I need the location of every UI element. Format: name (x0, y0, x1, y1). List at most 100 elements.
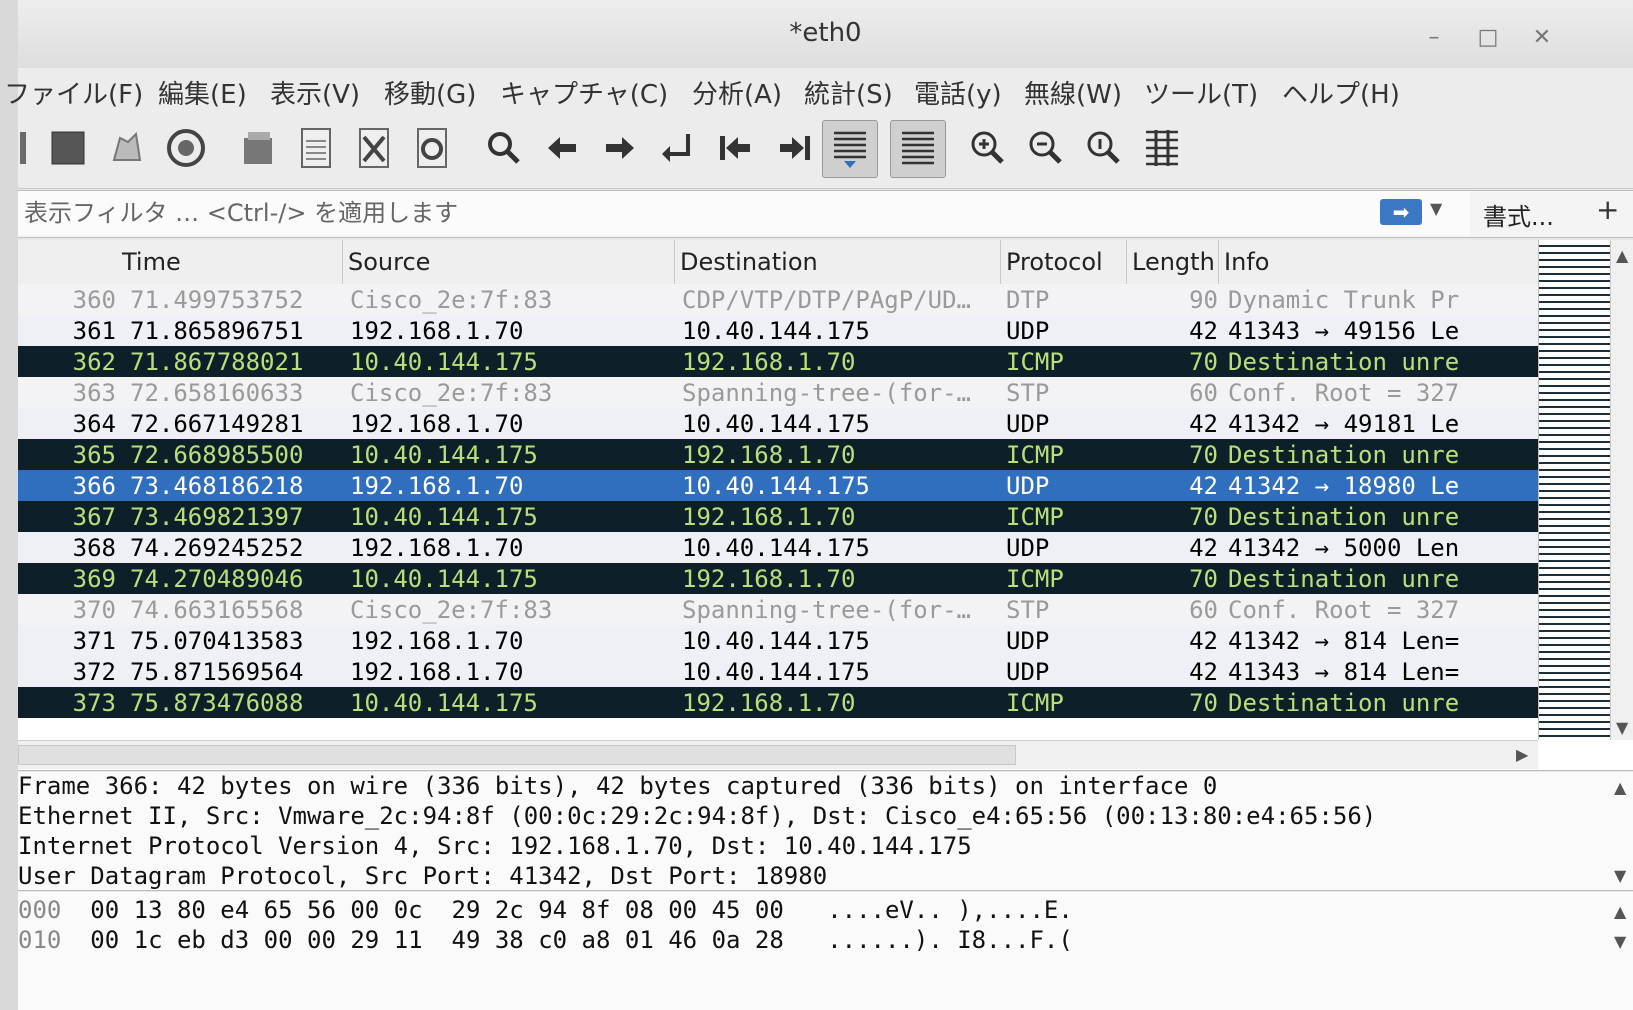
packet-protocol: ICMP (1006, 689, 1064, 717)
packet-number: 368 (72, 534, 116, 562)
column-protocol[interactable]: Protocol (1006, 248, 1103, 276)
start-capture-icon[interactable] (0, 120, 48, 176)
maximize-icon[interactable]: □ (1474, 24, 1502, 52)
packet-destination: 192.168.1.70 (682, 689, 856, 717)
auto-scroll-icon[interactable] (822, 120, 878, 178)
table-row[interactable]: 366 73.468186218 192.168.1.70 10.40.144.175… (18, 470, 1538, 501)
scroll-up-icon[interactable]: ▲ (1614, 902, 1626, 921)
packet-source: 192.168.1.70 (350, 658, 524, 686)
menu-edit[interactable]: 編集(E) (158, 74, 247, 111)
packet-protocol: STP (1006, 379, 1050, 407)
detail-ipv4[interactable]: Internet Protocol Version 4, Src: 192.16… (18, 832, 972, 860)
table-row[interactable]: 370 74.663165568 Cisco_2e:7f:83 Spanning-tr… (18, 594, 1538, 625)
column-separator[interactable] (1126, 240, 1127, 284)
restart-capture-icon[interactable] (102, 120, 150, 176)
packet-list-vscrollbar[interactable]: ▲ ▼ (1610, 240, 1633, 740)
table-row[interactable]: 367 73.469821397 10.40.144.175 192.168.1.70… (18, 501, 1538, 532)
packet-minimap[interactable] (1538, 240, 1611, 740)
hscroll-thumb[interactable] (18, 745, 1016, 765)
display-filter-input[interactable] (18, 191, 1470, 235)
packet-source: 192.168.1.70 (350, 317, 524, 345)
column-separator[interactable] (342, 240, 343, 284)
go-to-packet-icon[interactable] (654, 120, 702, 176)
main-toolbar (18, 112, 1633, 189)
capture-options-icon[interactable] (162, 120, 210, 176)
packet-number: 363 (72, 379, 116, 407)
packet-length: 42 (1189, 410, 1218, 438)
bytes-row[interactable]: 000 00 13 80 e4 65 56 00 0c 29 2c 94 8f … (18, 896, 1073, 924)
scroll-right-icon[interactable]: ▶ (1516, 745, 1528, 764)
menu-capture[interactable]: キャプチャ(C) (500, 74, 668, 111)
column-info[interactable]: Info (1224, 248, 1269, 276)
table-row[interactable]: 363 72.658160633 Cisco_2e:7f:83 Spanning-tr… (18, 377, 1538, 408)
menu-statistics[interactable]: 統計(S) (804, 74, 893, 111)
menu-view[interactable]: 表示(V) (270, 74, 360, 111)
scroll-up-icon[interactable]: ▲ (1614, 778, 1626, 797)
scroll-down-icon[interactable]: ▼ (1616, 718, 1628, 737)
column-destination[interactable]: Destination (680, 248, 818, 276)
stop-capture-icon[interactable] (44, 120, 92, 176)
packet-source: Cisco_2e:7f:83 (350, 379, 553, 407)
find-packet-icon[interactable] (480, 120, 528, 176)
go-forward-icon[interactable] (596, 120, 644, 176)
packet-length: 90 (1189, 286, 1218, 314)
column-source[interactable]: Source (348, 248, 430, 276)
table-row[interactable]: 365 72.668985500 10.40.144.175 192.168.1.70… (18, 439, 1538, 470)
normal-size-icon[interactable] (1080, 120, 1128, 176)
column-separator[interactable] (1000, 240, 1001, 284)
table-row[interactable]: 373 75.873476088 10.40.144.175 192.168.1.70… (18, 687, 1538, 718)
first-packet-icon[interactable] (712, 120, 760, 176)
table-row[interactable]: 361 71.865896751 192.168.1.70 10.40.144.175… (18, 315, 1538, 346)
packet-time: 74.270489046 (130, 565, 304, 593)
close-icon[interactable]: ✕ (1528, 24, 1556, 52)
table-row[interactable]: 368 74.269245252 192.168.1.70 10.40.144.175… (18, 532, 1538, 563)
zoom-in-icon[interactable] (964, 120, 1012, 176)
packet-list-pane: Time Source Destination Protocol Length … (18, 240, 1633, 771)
close-file-icon[interactable] (350, 120, 398, 176)
save-file-icon[interactable] (292, 120, 340, 176)
menu-file[interactable]: ファイル(F) (4, 74, 143, 111)
go-back-icon[interactable] (538, 120, 586, 176)
detail-udp[interactable]: User Datagram Protocol, Src Port: 41342,… (18, 862, 827, 890)
column-separator[interactable] (674, 240, 675, 284)
column-separator[interactable] (1218, 240, 1219, 284)
add-filter-button[interactable]: + (1596, 193, 1619, 226)
scroll-down-icon[interactable]: ▼ (1614, 932, 1626, 951)
table-row[interactable]: 360 71.499753752 Cisco_2e:7f:83 CDP/VTP/DTP… (18, 284, 1538, 315)
menu-go[interactable]: 移動(G) (384, 74, 476, 111)
packet-destination: 10.40.144.175 (682, 410, 870, 438)
detail-frame[interactable]: Frame 366: 42 bytes on wire (336 bits), … (18, 772, 1217, 800)
menu-help[interactable]: ヘルプ(H) (1282, 74, 1400, 111)
detail-ethernet[interactable]: Ethernet II, Src: Vmware_2c:94:8f (00:0c… (18, 802, 1376, 830)
table-row[interactable]: 364 72.667149281 192.168.1.70 10.40.144.175… (18, 408, 1538, 439)
column-length[interactable]: Length (1132, 248, 1215, 276)
menu-wireless[interactable]: 無線(W) (1024, 74, 1122, 111)
reload-file-icon[interactable] (408, 120, 456, 176)
apply-filter-button[interactable]: ➡ (1380, 199, 1422, 225)
packet-source: 192.168.1.70 (350, 410, 524, 438)
packet-time: 72.668985500 (130, 441, 304, 469)
packet-list-hscrollbar[interactable]: ▶ (18, 740, 1538, 769)
packet-number: 360 (72, 286, 116, 314)
column-time[interactable]: Time (122, 248, 181, 276)
scroll-down-icon[interactable]: ▼ (1614, 866, 1626, 885)
packet-time: 73.469821397 (130, 503, 304, 531)
table-row[interactable]: 372 75.871569564 192.168.1.70 10.40.144.175… (18, 656, 1538, 687)
zoom-out-icon[interactable] (1022, 120, 1070, 176)
table-row[interactable]: 371 75.070413583 192.168.1.70 10.40.144.175… (18, 625, 1538, 656)
table-row[interactable]: 369 74.270489046 10.40.144.175 192.168.1.70… (18, 563, 1538, 594)
menu-analyze[interactable]: 分析(A) (692, 74, 782, 111)
table-row[interactable]: 362 71.867788021 10.40.144.175 192.168.1.70… (18, 346, 1538, 377)
minimize-icon[interactable]: – (1420, 24, 1448, 52)
chevron-down-icon[interactable]: ▼ (1430, 199, 1442, 218)
packet-info: Conf. Root = 327 (1228, 596, 1460, 624)
filter-expression-button[interactable]: 書式... (1483, 197, 1554, 232)
menu-telephony[interactable]: 電話(y) (914, 74, 1002, 111)
bytes-row[interactable]: 010 00 1c eb d3 00 00 29 11 49 38 c0 a8 … (18, 926, 1073, 954)
last-packet-icon[interactable] (770, 120, 818, 176)
open-file-icon[interactable] (234, 120, 282, 176)
scroll-up-icon[interactable]: ▲ (1616, 246, 1628, 265)
menu-tools[interactable]: ツール(T) (1144, 74, 1258, 111)
colorize-icon[interactable] (890, 120, 946, 178)
resize-columns-icon[interactable] (1138, 120, 1186, 176)
